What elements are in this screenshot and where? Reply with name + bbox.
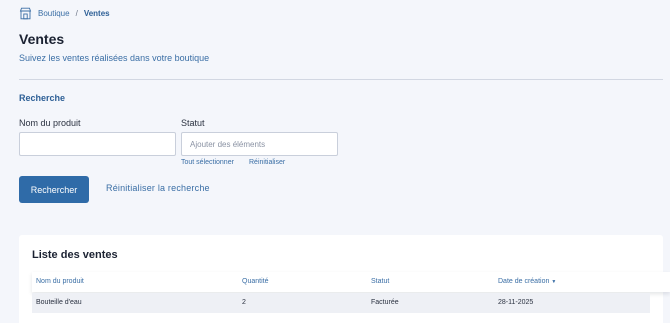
sales-list-title: Liste des ventes [32,249,118,261]
cell-quantity: 2 [242,299,246,306]
reset-status-link[interactable]: Réinitialiser [249,159,285,166]
search-button[interactable]: Rechercher [19,176,89,203]
product-name-label: Nom du produit [19,118,81,128]
shop-icon[interactable] [19,7,32,20]
page-subtitle: Suivez les ventes réalisées dans votre b… [19,53,210,63]
column-header-quantity[interactable]: Quantité [242,278,268,285]
divider [19,79,663,80]
table-row[interactable]: Bouteille d'eau 2 Facturée 28-11-2025 [32,293,650,313]
column-header-status[interactable]: Statut [371,278,389,285]
breadcrumb: Boutique / Ventes [19,6,110,21]
search-section-title: Recherche [19,93,66,103]
sales-list-card: Liste des ventes Nom du produit Quantité… [19,235,670,323]
column-header-product[interactable]: Nom du produit [36,278,84,285]
select-all-link[interactable]: Tout sélectionner [181,159,234,166]
page-title: Ventes [19,31,65,47]
breadcrumb-current: Ventes [83,9,110,18]
cell-status: Facturée [371,299,399,306]
sort-desc-icon: ▼ [551,279,557,285]
status-multiselect-input[interactable] [181,132,338,156]
breadcrumb-home-link[interactable]: Boutique [38,9,70,18]
reset-search-button[interactable]: Réinitialiser la recherche [106,183,210,193]
cell-date: 28-11-2025 [498,299,534,306]
cell-product: Bouteille d'eau [36,299,82,306]
breadcrumb-separator: / [75,9,78,18]
status-label: Statut [181,118,205,128]
table-header: Nom du produit Quantité Statut Date de c… [32,272,670,292]
column-header-date-label: Date de création [498,278,550,285]
product-name-input[interactable] [19,132,176,156]
column-header-date[interactable]: Date de création ▼ [498,278,556,285]
